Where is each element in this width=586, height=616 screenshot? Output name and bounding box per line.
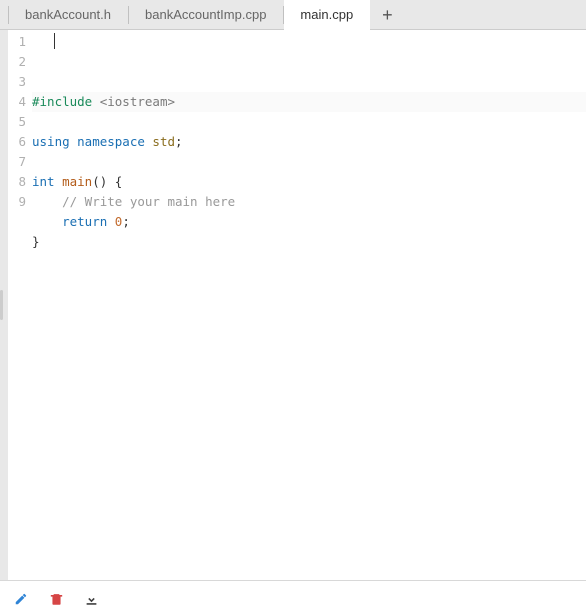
code-line[interactable]: return 0; [32,212,586,232]
code-line[interactable] [32,112,586,132]
code-line[interactable]: int main() { [32,172,586,192]
code-editor[interactable]: 123456789 #include <iostream> using name… [8,30,586,580]
code-area[interactable]: #include <iostream> using namespace std;… [30,30,586,272]
trash-icon[interactable] [50,592,63,606]
tab-bankaccountimp-cpp[interactable]: bankAccountImp.cpp [129,0,283,30]
line-number: 7 [8,152,26,172]
code-line[interactable]: #include <iostream> [32,92,586,112]
line-number: 2 [8,52,26,72]
tab-bankaccount-h[interactable]: bankAccount.h [9,0,128,30]
line-number: 1 [8,32,26,52]
editor-toolbar [0,580,586,616]
line-number: 6 [8,132,26,152]
download-icon[interactable] [85,592,98,606]
new-tab-button[interactable]: + [382,6,393,24]
left-gutter-edge [0,30,8,580]
code-line[interactable]: using namespace std; [32,132,586,152]
text-cursor [54,33,55,49]
code-line[interactable]: // Write your main here [32,192,586,212]
line-number: 5 [8,112,26,132]
pencil-icon[interactable] [14,592,28,606]
line-number: 4 [8,92,26,112]
line-number: 8 [8,172,26,192]
tab-bar: bankAccount.h bankAccountImp.cpp main.cp… [0,0,586,30]
line-number-gutter: 123456789 [8,30,30,212]
code-line[interactable]: } [32,232,586,252]
line-number: 3 [8,72,26,92]
code-line[interactable] [32,252,586,272]
code-line[interactable] [32,152,586,172]
collapse-handle[interactable] [0,290,3,320]
line-number: 9 [8,192,26,212]
tab-main-cpp[interactable]: main.cpp [284,0,370,30]
